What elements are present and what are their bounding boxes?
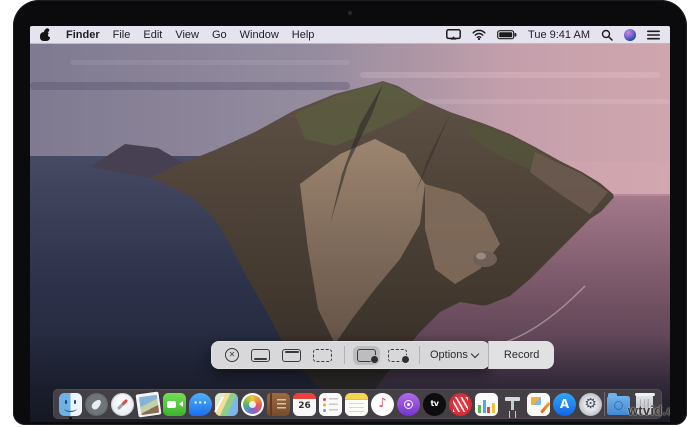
options-label: Options [430,349,468,361]
menu-item-window[interactable]: Window [240,29,279,41]
close-icon: ✕ [229,351,236,359]
search-icon[interactable] [601,29,613,41]
calendar-icon: 26 [293,393,316,416]
wifi-icon[interactable] [472,29,486,40]
finder-icon [59,393,82,416]
maps-icon [215,393,238,416]
keynote-icon [501,393,524,416]
dock-item-reminders[interactable] [318,392,343,417]
dock-item-photos[interactable] [240,392,265,417]
menu-item-file[interactable]: File [113,29,131,41]
pages-icon [527,393,550,416]
menu-item-view[interactable]: View [175,29,199,41]
dock-item-news[interactable] [448,392,473,417]
system-preferences-icon: ⚙ [579,393,602,416]
desktop: ✕ Options Record ··· 26 ♪ tv A⚙ wtvid.c [30,44,670,422]
launchpad-icon [85,393,108,416]
dock-item-preview-photo[interactable] [136,392,161,417]
apple-menu-icon[interactable] [40,28,51,41]
menu-items: Finder File Edit View Go Window Help [66,29,314,41]
dock-item-numbers[interactable] [474,392,499,417]
dock-item-launchpad[interactable] [84,392,109,417]
dock-item-app-store[interactable]: A [552,392,577,417]
dock-item-calendar[interactable]: 26 [292,392,317,417]
menu-bar: Finder File Edit View Go Window Help Tue 9:41 … [30,26,670,44]
dock-item-facetime[interactable] [162,392,187,417]
contacts-icon [267,393,290,416]
record-entire-screen-icon [357,349,376,362]
dock-item-messages[interactable]: ··· [188,392,213,417]
notification-list-icon[interactable] [647,30,660,40]
capture-selected-window-button[interactable] [278,346,305,365]
menu-item-finder[interactable]: Finder [66,29,100,41]
messages-icon: ··· [189,393,212,416]
toolbar-divider [344,346,345,364]
dock-item-keynote[interactable] [500,392,525,417]
numbers-icon [475,393,498,416]
screen-mirroring-icon[interactable] [446,29,461,40]
notes-icon [345,393,368,416]
dock-item-contacts[interactable] [266,392,291,417]
dock-item-pages[interactable] [526,392,551,417]
app-store-icon: A [553,393,576,416]
preview-photo-icon [136,391,162,417]
tv-icon: tv [423,393,446,416]
battery-icon[interactable] [497,30,517,40]
options-button[interactable]: Options [426,349,482,361]
screen: Finder File Edit View Go Window Help Tue 9:41 … [30,26,670,422]
capture-entire-screen-icon [251,349,270,362]
menu-item-help[interactable]: Help [292,29,315,41]
chevron-down-icon [471,349,479,357]
reminders-icon [319,393,342,416]
watermark: wtvid.c [628,403,670,418]
macbook-bezel: Finder File Edit View Go Window Help Tue 9:41 … [13,0,687,425]
menu-item-go[interactable]: Go [212,29,227,41]
dock-item-notes[interactable] [344,392,369,417]
dock-item-system-preferences[interactable]: ⚙ [578,392,603,417]
record-button[interactable]: Record [488,341,554,369]
webcam-dot [348,11,352,15]
dock-item-safari[interactable] [110,392,135,417]
dock-separator [604,392,605,416]
downloads-icon [607,396,630,415]
photos-icon [241,393,264,416]
dock-item-finder[interactable] [58,392,83,417]
safari-icon [111,393,134,416]
toolbar-divider [419,346,420,364]
screenshot-toolbar: ✕ Options Record [211,341,490,369]
dock-item-tv[interactable]: tv [422,392,447,417]
dock: ··· 26 ♪ tv A⚙ [53,389,662,419]
dock-item-maps[interactable] [214,392,239,417]
podcasts-icon [397,393,420,416]
facetime-icon [163,393,186,416]
close-button[interactable]: ✕ [213,345,243,365]
news-icon [449,393,472,416]
menu-clock[interactable]: Tue 9:41 AM [528,29,590,41]
record-entire-screen-button[interactable] [353,346,380,365]
dock-item-podcasts[interactable] [396,392,421,417]
capture-entire-screen-button[interactable] [247,346,274,365]
capture-selected-portion-icon [313,349,332,362]
siri-icon[interactable] [624,29,636,41]
menu-item-edit[interactable]: Edit [143,29,162,41]
music-icon: ♪ [371,393,394,416]
capture-selected-window-icon [282,349,301,362]
dock-item-music[interactable]: ♪ [370,392,395,417]
record-selected-portion-button[interactable] [384,346,411,365]
running-indicator [69,417,72,420]
record-label: Record [504,349,539,361]
capture-selected-portion-button[interactable] [309,346,336,365]
record-selected-portion-icon [388,349,407,362]
